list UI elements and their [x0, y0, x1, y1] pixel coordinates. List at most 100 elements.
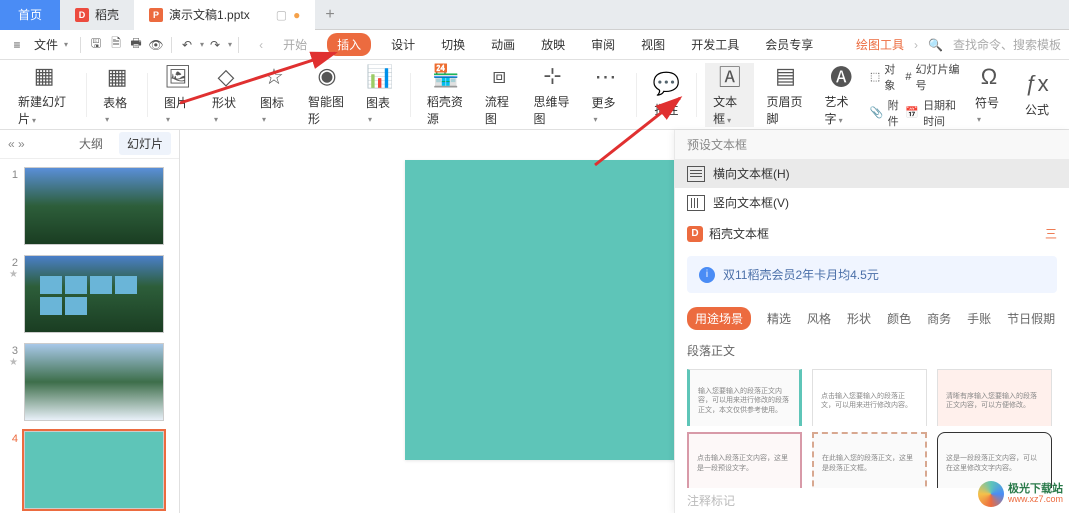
tab-window-icon[interactable]: ▢ — [276, 8, 287, 22]
thumb-preview[interactable] — [24, 343, 164, 421]
filter-color[interactable]: 颜色 — [887, 310, 911, 327]
ribbon-right: 绘图工具 › 🔍 查找命令、搜索模板 — [856, 36, 1061, 53]
thumb-number: 2 — [4, 255, 18, 269]
tab-slideshow[interactable]: 放映 — [535, 33, 571, 56]
thumb-preview[interactable] — [24, 431, 164, 509]
comment-icon: 💬 — [653, 71, 680, 97]
picture-button[interactable]: 🖼 图片▾ — [156, 64, 200, 125]
filter-shape[interactable]: 形状 — [847, 310, 871, 327]
watermark-logo-icon — [978, 481, 1004, 507]
header-button[interactable]: ▤ 页眉页脚 — [758, 63, 812, 127]
template-card[interactable]: 点击输入您要输入的段落正文，可以用来进行修改内容。 — [812, 369, 927, 426]
mindmap-button[interactable]: ⊹ 思维导图 — [525, 63, 579, 127]
template-card[interactable]: 这是一段段落正文内容，可以在这里修改文字内容。 — [937, 432, 1052, 489]
textbox-button[interactable]: 🄰 文本框▾ — [705, 63, 754, 127]
separator — [86, 73, 87, 117]
template-grid-row2: 点击输入段落正文内容，这里是一段预设文字。 在此输入您的段落正文，这里是段落正文… — [675, 426, 1069, 489]
datetime-button[interactable]: 📅日期和时间 — [905, 97, 963, 129]
filter-usage[interactable]: 用途场景 — [687, 307, 751, 330]
filter-tabs: 用途场景 精选 风格 形状 颜色 商务 手账 节日假期 — [675, 299, 1069, 338]
ribbon: ▦ 新建幻灯片▾ ▦ 表格▾ 🖼 图片▾ ◇ 形状▾ ☆ 图标▾ ◉ 智能图形 … — [0, 60, 1069, 130]
document-tabs: 首页 D 稻壳 P 演示文稿1.pptx ▢ ● + — [0, 0, 1069, 30]
thumbnail-item[interactable]: 2 ★ — [4, 255, 175, 333]
docer-tab[interactable]: D 稻壳 — [60, 0, 134, 30]
slides-tab[interactable]: 幻灯片 — [119, 132, 171, 155]
separator — [410, 73, 411, 117]
more-button[interactable]: ⋯ 更多▾ — [584, 64, 628, 125]
add-tab-button[interactable]: + — [315, 6, 344, 24]
redo-icon[interactable]: ↷ — [206, 38, 224, 52]
tab-view[interactable]: 视图 — [635, 33, 671, 56]
template-grid-row1: 输入您要输入的段落正文内容，可以用来进行修改的段落正文，本文仅供参考使用。 点击… — [675, 363, 1069, 426]
template-card[interactable]: 清晰有序输入您要输入的段落正文内容，可以方便修改。 — [937, 369, 1052, 426]
save-icon[interactable]: 🖫 — [87, 34, 105, 55]
tab-transition[interactable]: 切换 — [435, 33, 471, 56]
menubar: ≡ 文件 ▾ 🖫 🗎 🖶 👁 ↶ ▾ ↷ ▾ ‹ 开始 插入 设计 切换 动画 … — [0, 30, 1069, 60]
wordart-button[interactable]: 🅐 艺术字▾ — [817, 63, 866, 127]
thumb-preview[interactable] — [24, 167, 164, 245]
vertical-textbox-option[interactable]: 竖向文本框(V) — [675, 188, 1069, 217]
horizontal-textbox-option[interactable]: 横向文本框(H) — [675, 159, 1069, 188]
comment-button[interactable]: 💬 批注 — [644, 71, 688, 118]
attachment-button[interactable]: 📎附件 — [870, 97, 901, 129]
slide-number-button[interactable]: #幻灯片编号 — [905, 61, 963, 93]
flowchart-label: 流程图 — [485, 95, 509, 126]
outline-tab[interactable]: 大纲 — [71, 132, 111, 155]
tab-design[interactable]: 设计 — [385, 33, 421, 56]
docer-res-icon: 🏪 — [432, 63, 459, 89]
docer-res-button[interactable]: 🏪 稻壳资源 — [419, 63, 473, 127]
tab-vip[interactable]: 会员专享 — [759, 33, 819, 56]
saveas-icon[interactable]: 🗎 — [107, 34, 125, 55]
thumbnail-item[interactable]: 4 — [4, 431, 175, 509]
filter-style[interactable]: 风格 — [807, 310, 831, 327]
tab-review[interactable]: 审阅 — [585, 33, 621, 56]
flowchart-button[interactable]: ⧈ 流程图 — [477, 63, 522, 127]
template-card[interactable]: 在此输入您的段落正文，这里是段落正文框。 — [812, 432, 927, 489]
tab-animation[interactable]: 动画 — [485, 33, 521, 56]
template-card[interactable]: 输入您要输入的段落正文内容，可以用来进行修改的段落正文，本文仅供参考使用。 — [687, 369, 802, 426]
tab-dev[interactable]: 开发工具 — [685, 33, 745, 56]
thumb-preview[interactable] — [24, 255, 164, 333]
filter-business[interactable]: 商务 — [927, 310, 951, 327]
object-button[interactable]: ⬚对象 — [870, 61, 901, 93]
formula-button[interactable]: ƒx 公式 — [1015, 71, 1059, 118]
template-card[interactable]: 点击输入段落正文内容，这里是一段预设文字。 — [687, 432, 802, 489]
thumbnail-item[interactable]: 3 ★ — [4, 343, 175, 421]
flowchart-icon: ⧈ — [492, 63, 506, 89]
undo-icon[interactable]: ↶ — [178, 38, 196, 52]
scroll-left-icon[interactable]: ‹ — [259, 38, 263, 52]
filter-featured[interactable]: 精选 — [767, 310, 791, 327]
tab-insert[interactable]: 插入 — [327, 33, 371, 56]
docer-more-icon[interactable]: 三 — [1045, 225, 1057, 242]
thumbnail-item[interactable]: 1 — [4, 167, 175, 245]
preview-icon[interactable]: 👁 — [147, 38, 165, 52]
attachment-icon: 📎 — [870, 106, 884, 119]
symbol-label: 符号 — [975, 96, 999, 110]
file-menu[interactable]: 文件 ▾ — [28, 34, 74, 55]
tab-start[interactable]: 开始 — [277, 33, 313, 56]
nav-arrows[interactable]: « » — [8, 137, 25, 151]
search-icon[interactable]: 🔍 — [928, 38, 943, 52]
menu-hamburger-icon[interactable]: ≡ — [8, 38, 26, 52]
thumbnail-list[interactable]: 1 2 ★ 3 ★ 4 — [0, 159, 179, 513]
file-tab[interactable]: P 演示文稿1.pptx ▢ ● — [134, 0, 315, 30]
new-slide-button[interactable]: ▦ 新建幻灯片▾ — [10, 63, 78, 127]
chart-button[interactable]: 📊 图表▾ — [358, 64, 402, 125]
filter-journal[interactable]: 手账 — [967, 310, 991, 327]
icon-button[interactable]: ☆ 图标▾ — [252, 64, 296, 125]
icon-icon: ☆ — [264, 64, 284, 90]
smartart-icon: ◉ — [317, 63, 336, 89]
table-button[interactable]: ▦ 表格▾ — [95, 64, 139, 125]
docer-textbox-label: 稻壳文本框 — [709, 225, 769, 242]
scroll-right-icon[interactable]: › — [914, 38, 918, 52]
shape-button[interactable]: ◇ 形状▾ — [204, 64, 248, 125]
home-tab[interactable]: 首页 — [0, 0, 60, 30]
tab-draw-tools[interactable]: 绘图工具 — [856, 36, 904, 53]
print-icon[interactable]: 🖶 — [127, 34, 145, 55]
picture-label: 图片 — [164, 96, 188, 110]
search-placeholder[interactable]: 查找命令、搜索模板 — [953, 36, 1061, 53]
filter-holiday[interactable]: 节日假期 — [1007, 310, 1055, 327]
smartart-button[interactable]: ◉ 智能图形 — [300, 63, 354, 127]
symbol-button[interactable]: Ω 符号▾ — [967, 64, 1011, 125]
promo-banner[interactable]: i 双11稻壳会员2年卡月均4.5元 — [687, 256, 1057, 293]
